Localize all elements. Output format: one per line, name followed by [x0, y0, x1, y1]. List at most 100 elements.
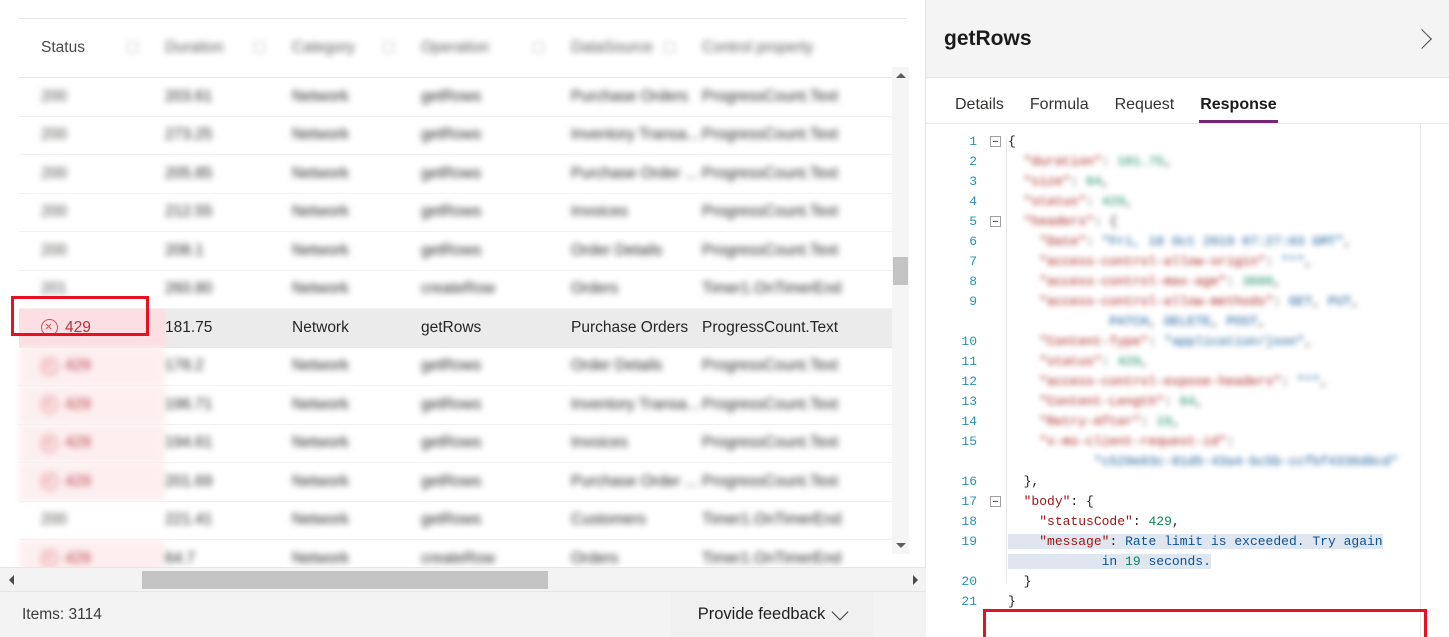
line-number: 13: [961, 394, 977, 409]
line-number: 14: [961, 414, 977, 429]
code-line: }: [1023, 574, 1032, 589]
response-code-viewer[interactable]: 1 2 3 4 5 6 7 8 9 10 11 12 13 14 15 16 17 18 19 20 21 { "dur…: [926, 124, 1449, 637]
code-line: "Date": "Fri, 18 Oct 2019 07:27:03 GMT",: [1039, 234, 1352, 249]
code-fold-column[interactable]: [986, 124, 1008, 637]
line-number: 10: [961, 334, 977, 349]
table-row[interactable]: 429 196.71 Network getRows Inventory Transa.…: [19, 385, 907, 425]
sort-icon-category-wrap[interactable]: [383, 40, 421, 56]
table-row[interactable]: 200 273.25 Network getRows Inventory Transa.…: [19, 116, 907, 155]
status-error-badge: 429: [41, 357, 91, 375]
sort-icon-status-wrap[interactable]: [127, 40, 165, 56]
code-fold-toggle[interactable]: [990, 496, 1001, 507]
scroll-up-arrow-icon[interactable]: [892, 67, 909, 84]
cell-status: 201: [41, 280, 67, 298]
table-row[interactable]: 201 260.80 Network createRow Orders Timer1.On…: [19, 270, 907, 309]
error-circle-x-icon: [41, 434, 58, 452]
code-line: in 19 seconds.: [1008, 552, 1211, 572]
sort-icon[interactable]: [254, 42, 265, 53]
scroll-right-arrow-icon[interactable]: [904, 568, 926, 592]
table-row[interactable]: 200 208.1 Network getRows Order Details Progr…: [19, 232, 907, 271]
sort-icon-operation-wrap[interactable]: [533, 40, 571, 56]
horizontal-scroll-thumb[interactable]: [142, 571, 548, 589]
cell-status: 200: [41, 164, 67, 182]
line-number: 17: [961, 494, 977, 509]
line-number: 19: [961, 534, 977, 549]
sort-icon-datasource-wrap[interactable]: [664, 40, 702, 56]
table-row[interactable]: 200 205.85 Network getRows Purchase Order ..…: [19, 155, 907, 194]
scroll-left-arrow-icon[interactable]: [0, 568, 22, 592]
vertical-scroll-thumb[interactable]: [893, 257, 908, 285]
table-row[interactable]: 429 194.61 Network getRows Invoices ProgressC…: [19, 424, 907, 463]
line-number: 3: [969, 174, 977, 189]
line-number: 20: [961, 574, 977, 589]
status-code-label: 429: [65, 549, 91, 567]
column-header-operation[interactable]: Operation: [421, 39, 533, 57]
sort-icon-duration-wrap[interactable]: [254, 40, 292, 56]
tab-details[interactable]: Details: [942, 96, 1017, 123]
cell-datasource: Order Details: [571, 241, 663, 259]
cell-datasource: Order Details: [571, 357, 663, 375]
table-row[interactable]: 200 203.61 Network getRows Purchase Orders Pr…: [19, 78, 907, 117]
table-row[interactable]: 429 64.7 Network createRow Orders Timer1.OnTi…: [19, 539, 907, 567]
error-circle-x-icon: [41, 473, 58, 491]
cell-datasource: Orders: [571, 280, 619, 298]
tab-request[interactable]: Request: [1102, 96, 1188, 123]
code-lines: { "duration": 181.75, "size": 84, "statu…: [1008, 124, 1449, 637]
chevron-right-expand-icon[interactable]: [1412, 28, 1432, 49]
cell-duration: 208.1: [165, 241, 204, 259]
sort-icon[interactable]: [383, 42, 394, 53]
column-header-category[interactable]: Category: [292, 39, 383, 57]
code-line: "headers": {: [1023, 214, 1118, 229]
monitor-window: Status Duration Category Operation DataS…: [0, 0, 1449, 637]
table-row[interactable]: 200 212.55 Network getRows Invoices ProgressC…: [19, 193, 907, 232]
column-header-status[interactable]: Status: [19, 39, 127, 57]
tab-formula[interactable]: Formula: [1017, 96, 1102, 123]
scroll-down-arrow-icon[interactable]: [892, 537, 909, 554]
table-row[interactable]: 429 178.2 Network getRows Order Details Progr…: [19, 347, 907, 386]
cell-operation: getRows: [421, 203, 482, 221]
code-fold-toggle[interactable]: [990, 136, 1001, 147]
sort-icon[interactable]: [664, 42, 675, 53]
line-number: 5: [969, 214, 977, 229]
line-number-gutter: 1 2 3 4 5 6 7 8 9 10 11 12 13 14 15 16 17 18 19 20 21: [926, 124, 986, 637]
grid-vertical-scrollbar[interactable]: [892, 67, 909, 554]
sort-icon[interactable]: [533, 42, 544, 53]
items-count-label: Items: 3114: [22, 605, 102, 623]
table-row[interactable]: 429 201.69 Network getRows Purchase Order ..…: [19, 462, 907, 502]
table-row[interactable]: 429 181.75 Network getRows Purchase Orders Pr…: [19, 308, 907, 348]
error-circle-x-icon: [41, 319, 58, 337]
cell-status: 429: [19, 308, 165, 347]
column-header-control-property[interactable]: Control property: [702, 39, 902, 57]
cell-duration: 64.7: [165, 549, 196, 567]
code-fold-toggle[interactable]: [990, 216, 1001, 227]
cell-status: 429: [19, 424, 165, 463]
cell-status: 200: [41, 511, 67, 529]
code-line: "c529e03c-81d5-43a4-bc5b-ccfbf4336d8cd": [1093, 454, 1399, 469]
cell-status: 200: [41, 126, 67, 144]
sort-icon[interactable]: [127, 42, 138, 53]
cell-control-property: ProgressCount.Text: [702, 395, 839, 413]
status-error-badge: 429: [41, 550, 91, 567]
cell-category: Network: [292, 164, 349, 182]
code-line: "access-control-expose-headers": "*",: [1039, 374, 1328, 389]
grid-horizontal-scrollbar[interactable]: [0, 567, 926, 591]
code-line: "size": 84,: [1023, 174, 1110, 189]
provide-feedback-button[interactable]: Provide feedback: [671, 592, 873, 637]
cell-control-property: ProgressCount.Text: [702, 357, 839, 375]
cell-category: Network: [292, 472, 349, 490]
code-line: "access-control-allow-origin": "*",: [1039, 254, 1313, 269]
table-row[interactable]: 200 221.41 Network getRows Customers Timer1.O…: [19, 501, 907, 540]
line-number: 15: [961, 434, 977, 449]
cell-datasource: Purchase Orders: [571, 87, 689, 105]
column-header-datasource[interactable]: DataSource: [571, 39, 664, 57]
error-circle-x-icon: [41, 550, 58, 567]
highlighted-token: "message": Rate limit is exceeded. Try a…: [1008, 534, 1383, 549]
status-code-label: 429: [65, 318, 91, 336]
cell-status: 200: [41, 87, 67, 105]
cell-duration: 201.69: [165, 472, 213, 490]
cell-duration: 212.55: [165, 203, 213, 221]
error-circle-x-icon: [41, 357, 58, 375]
column-header-duration[interactable]: Duration: [165, 39, 254, 57]
status-error-badge: 429: [41, 396, 91, 414]
tab-response[interactable]: Response: [1187, 96, 1289, 123]
